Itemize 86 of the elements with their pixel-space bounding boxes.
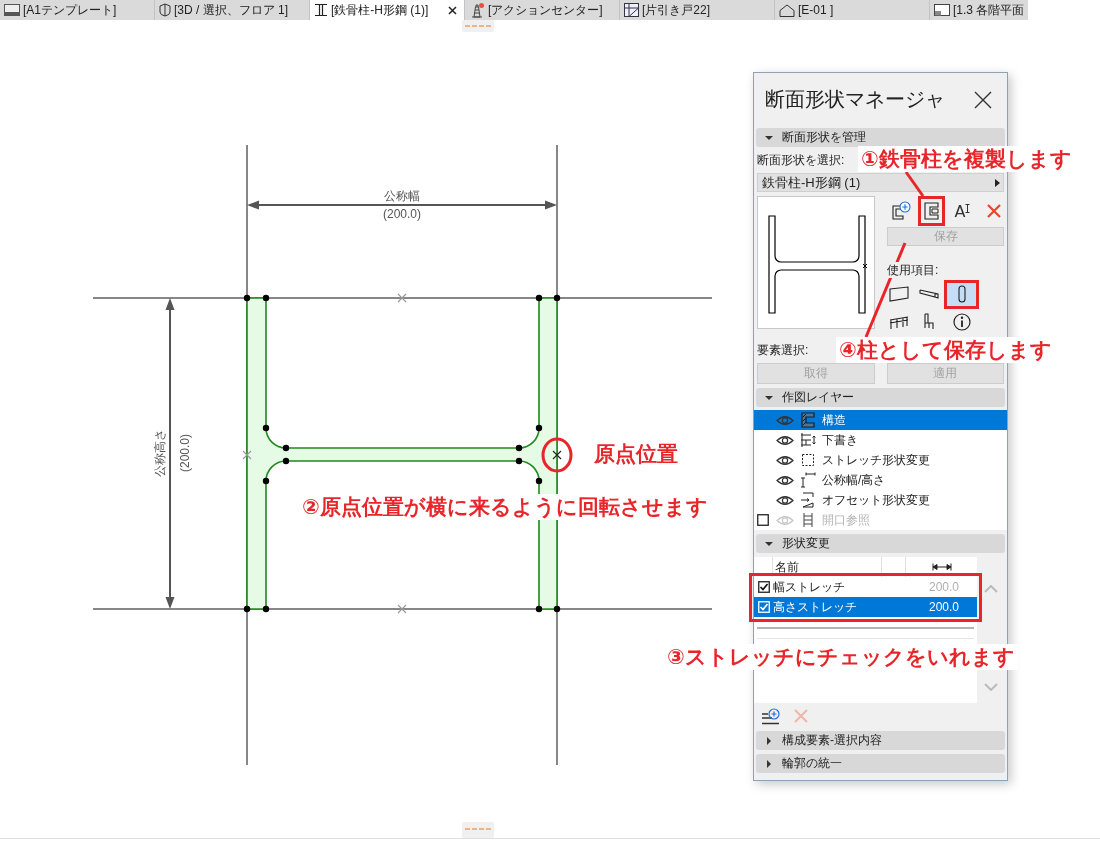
wall-icon <box>888 284 910 304</box>
bars-icon <box>800 512 816 528</box>
dimension-label: 公称高さ <box>153 429 167 477</box>
lighthouse-icon <box>469 2 485 18</box>
cross-mark-icon <box>397 604 407 614</box>
info-icon <box>950 312 973 332</box>
vertex-dot-icon[interactable] <box>515 457 523 465</box>
dimension-line[interactable] <box>165 298 175 609</box>
vertex-dot-icon[interactable] <box>535 294 543 302</box>
table-cell-text: 200.0 <box>927 580 960 594</box>
vertex-dot-icon[interactable] <box>553 605 561 613</box>
profile-plus-icon <box>890 201 911 221</box>
column-usage-button[interactable] <box>944 279 979 309</box>
document-tab[interactable]: [鉄骨柱-H形鋼 (1)] <box>310 0 465 20</box>
checkbox[interactable] <box>758 581 770 593</box>
duplicate-button[interactable] <box>918 196 945 226</box>
vertex-dot-icon[interactable] <box>243 605 251 613</box>
vertex-dot-icon[interactable] <box>243 294 251 302</box>
field-label: 使用項目: <box>887 262 941 278</box>
eye-icon[interactable] <box>776 494 794 506</box>
grid-lines-icon <box>800 432 816 448</box>
annotation-text: 原点位置 <box>594 441 678 467</box>
cross-mark-icon <box>552 450 562 460</box>
layer-row[interactable]: 下書き <box>754 430 1007 450</box>
table-row[interactable]: 幅ストレッチ 200.0 <box>754 577 977 597</box>
section-header[interactable]: 作図レイヤー <box>756 388 1005 407</box>
sheet-icon <box>4 4 20 16</box>
layer-row[interactable]: 公称幅/高さ <box>754 470 1007 490</box>
duplicate-profile-icon <box>922 201 941 221</box>
width-arrows-icon[interactable] <box>931 563 952 571</box>
profile-dropdown[interactable]: 鉄骨柱-H形鋼 (1) <box>757 173 1004 192</box>
layer-row[interactable]: オフセット形状変更 <box>754 490 1007 510</box>
vertex-dot-icon[interactable] <box>282 444 290 452</box>
callout-line <box>904 171 925 197</box>
section-header[interactable]: 輪郭の統一 <box>756 754 1005 773</box>
dimension-arrows-icon <box>800 472 816 488</box>
caret-icon <box>995 178 1000 187</box>
add-row-button[interactable] <box>762 707 780 725</box>
close-icon <box>974 90 992 109</box>
delete-icon <box>794 709 808 723</box>
close-icon[interactable] <box>448 5 457 15</box>
eye-icon[interactable] <box>776 474 794 486</box>
window-grid-icon <box>624 3 639 17</box>
table-cell-text: 200.0 <box>927 600 960 614</box>
vertex-dot-icon[interactable] <box>262 477 270 485</box>
highlight-ellipse <box>541 437 573 473</box>
vertex-dot-icon[interactable] <box>553 294 561 302</box>
layer-row[interactable]: ストレッチ形状変更 <box>754 450 1007 470</box>
hatched-profile-icon <box>800 412 816 428</box>
dimension-line[interactable] <box>247 200 557 210</box>
dimension-label: 公称幅 <box>384 189 420 203</box>
table-cell-text: 高さストレッチ <box>773 598 858 616</box>
dashed-square-icon <box>800 452 816 468</box>
delete-icon <box>986 204 1001 218</box>
column-header[interactable]: 名前 <box>773 557 882 577</box>
vertex-dot-icon[interactable] <box>262 424 270 432</box>
cross-mark-icon <box>242 450 252 460</box>
cross-mark-icon <box>397 293 407 303</box>
rename-button[interactable]: A <box>949 196 976 226</box>
field-label: 要素選択: <box>757 342 809 358</box>
section-header[interactable]: 断面形状を管理 <box>756 128 1005 147</box>
table-row[interactable]: 高さストレッチ 200.0 <box>754 597 977 617</box>
layer-row[interactable]: 構造 <box>754 410 1007 430</box>
vertex-dot-icon[interactable] <box>535 477 543 485</box>
vertex-dot-icon[interactable] <box>282 457 290 465</box>
vertex-dot-icon[interactable] <box>515 444 523 452</box>
dimension-value: (200.0) <box>178 434 192 472</box>
sheet-icon <box>934 4 950 16</box>
field-label: 断面形状を選択: <box>757 152 845 168</box>
eye-icon[interactable] <box>776 434 794 446</box>
vertex-dot-icon[interactable] <box>535 424 543 432</box>
offset-profile-icon <box>800 492 816 508</box>
h-profile-shape[interactable] <box>246 297 558 610</box>
vertex-dot-icon[interactable] <box>535 605 543 613</box>
table-cell-text: 幅ストレッチ <box>773 578 846 596</box>
palette-title: 断面形状マネージャ <box>765 87 945 112</box>
text-cursor-icon <box>965 204 971 213</box>
dimension-value: (200.0) <box>383 207 421 221</box>
shield-icon <box>159 3 171 17</box>
list-plus-icon <box>762 707 780 725</box>
section-header[interactable]: 形状変更 <box>756 534 1005 553</box>
eye-icon[interactable] <box>776 454 794 466</box>
vertex-dot-icon[interactable] <box>262 294 270 302</box>
vertex-dot-icon[interactable] <box>262 605 270 613</box>
house-icon <box>779 3 795 17</box>
i-beam-icon <box>314 3 328 17</box>
